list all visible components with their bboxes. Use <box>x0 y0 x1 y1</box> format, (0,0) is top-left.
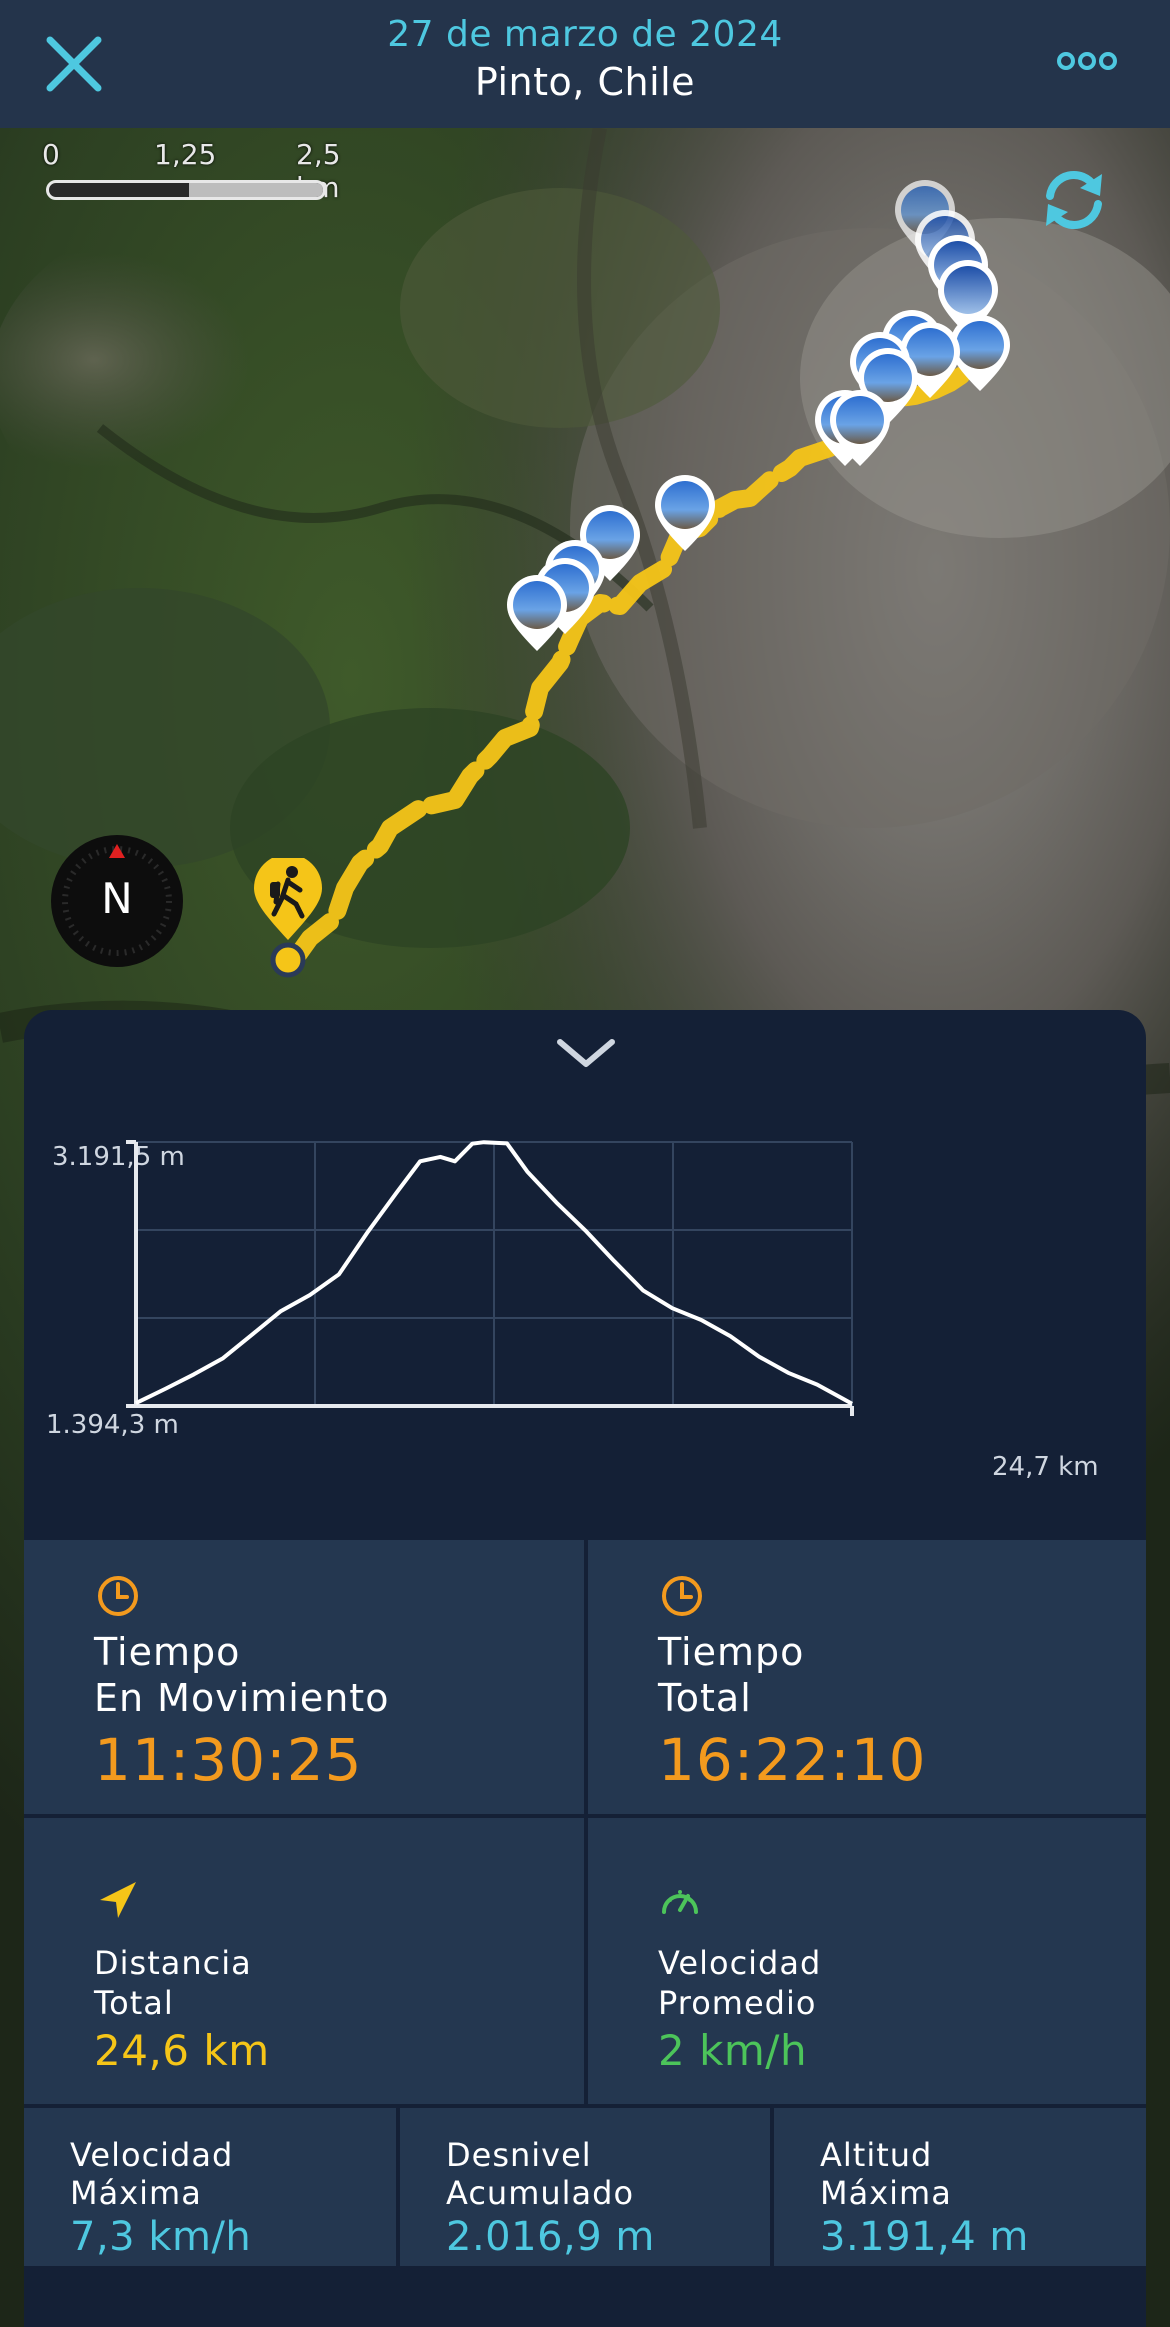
activity-date: 27 de marzo de 2024 <box>387 14 783 55</box>
elevation-gain-label-2: Acumulado <box>446 2174 635 2212</box>
max-speed-card: Velocidad Máxima 7,3 km/h <box>24 2108 396 2286</box>
max-altitude-card: Altitud Máxima 3.191,4 m <box>774 2108 1146 2286</box>
max-speed-label-1: Velocidad <box>70 2136 234 2174</box>
compass-button[interactable]: N <box>50 834 184 968</box>
avg-speed-card: Velocidad Promedio 2 km/h <box>588 1818 1146 2104</box>
max-altitude-value: 3.191,4 m <box>820 2214 1029 2260</box>
elevation-plot <box>126 1140 854 1416</box>
clock-icon <box>662 1576 702 1616</box>
clock-icon <box>98 1576 138 1616</box>
elevation-gain-label-1: Desnivel <box>446 2136 592 2174</box>
max-altitude-label-2: Máxima <box>820 2174 952 2212</box>
elevation-gain-value: 2.016,9 m <box>446 2214 655 2260</box>
panel-bottom <box>24 2266 1146 2327</box>
refresh-icon <box>1046 170 1102 230</box>
distance-label-2: Total <box>94 1984 174 2022</box>
activity-summary-panel: 3.191,5 m 1.394,3 m 24,7 km Tiempo En Mo… <box>24 1010 1146 2327</box>
chevron-down-icon <box>557 1039 615 1067</box>
moving-time-label-1: Tiempo <box>94 1630 241 1674</box>
compass-label: N <box>101 874 133 923</box>
more-options-icon <box>1057 52 1117 70</box>
moving-time-value: 11:30:25 <box>94 1726 363 1794</box>
elevation-profile-chart[interactable]: 3.191,5 m 1.394,3 m 24,7 km <box>24 1110 1146 1490</box>
top-bar: 27 de marzo de 2024 Pinto, Chile <box>0 0 1170 128</box>
navigation-arrow-icon <box>100 1882 136 1918</box>
moving-time-label-2: En Movimiento <box>94 1676 390 1720</box>
total-time-label-1: Tiempo <box>658 1630 805 1674</box>
total-time-label-2: Total <box>658 1676 752 1720</box>
max-speed-label-2: Máxima <box>70 2174 202 2212</box>
hiker-icon[interactable] <box>248 858 328 978</box>
max-altitude-label-1: Altitud <box>820 2136 933 2174</box>
more-options-button[interactable] <box>1056 44 1118 78</box>
map-scale: 0 1,25 2,5 km <box>42 138 342 204</box>
moving-time-card: Tiempo En Movimiento 11:30:25 <box>24 1540 584 1814</box>
max-speed-value: 7,3 km/h <box>70 2214 252 2260</box>
speedometer-icon <box>662 1890 698 1914</box>
collapse-panel-button[interactable] <box>554 1030 618 1074</box>
scale-bar <box>46 180 326 200</box>
avg-speed-label-1: Velocidad <box>658 1944 822 1982</box>
distance-label-1: Distancia <box>94 1944 252 1982</box>
scale-label-0: 0 <box>42 138 60 171</box>
total-time-card: Tiempo Total 16:22:10 <box>588 1540 1146 1814</box>
elevation-gain-card: Desnivel Acumulado 2.016,9 m <box>400 2108 770 2286</box>
refresh-button[interactable] <box>1036 162 1112 238</box>
total-time-value: 16:22:10 <box>658 1726 927 1794</box>
distance-value: 24,6 km <box>94 2026 270 2075</box>
scale-label-mid: 1,25 <box>154 138 217 171</box>
avg-speed-label-2: Promedio <box>658 1984 817 2022</box>
distance-card: Distancia Total 24,6 km <box>24 1818 584 2104</box>
activity-location: Pinto, Chile <box>474 60 696 104</box>
avg-speed-value: 2 km/h <box>658 2026 808 2075</box>
